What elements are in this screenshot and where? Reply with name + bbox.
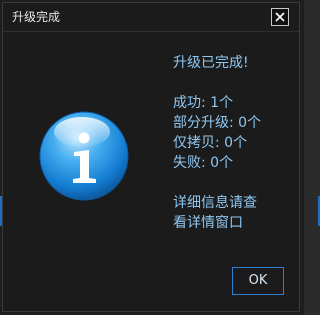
upgrade-complete-dialog: 升级完成 升级已完成! 成功: 1个 部分升级: 0个 仅拷贝: 0个 失败: … [2, 2, 300, 312]
detail-hint-line2: 看详情窗口 [173, 215, 243, 231]
detail-hint-line1: 详细信息请查 [173, 195, 257, 211]
failed-count: 失败: 0个 [173, 155, 234, 171]
close-icon [275, 12, 285, 22]
close-button[interactable] [271, 8, 289, 26]
partial-upgrade-count: 部分升级: 0个 [173, 115, 262, 131]
dialog-title: 升级完成 [12, 10, 61, 24]
copy-only-count: 仅拷贝: 0个 [173, 135, 248, 151]
info-icon [39, 111, 129, 201]
headline-text: 升级已完成! [173, 55, 249, 71]
success-count: 成功: 1个 [173, 95, 234, 111]
ok-button[interactable]: OK [232, 267, 284, 295]
dialog-titlebar: 升级完成 [3, 3, 299, 32]
